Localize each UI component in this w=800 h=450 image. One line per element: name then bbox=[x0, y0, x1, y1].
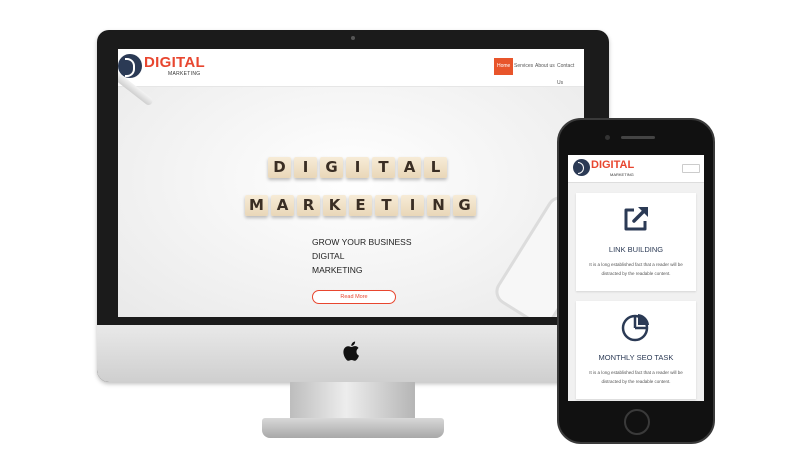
letter-tile: G bbox=[320, 157, 343, 178]
logo-subtitle: MARKETING bbox=[610, 172, 634, 177]
hero-line-1: GROW YOUR BUSINESS bbox=[312, 237, 412, 247]
card-title: MONTHLY SEO TASK bbox=[598, 353, 674, 362]
logo-title[interactable]: DIGITAL bbox=[591, 159, 634, 171]
iphone-device: DIGITAL MARKETING LINK BUILDING It is a … bbox=[557, 118, 715, 444]
camera-dot bbox=[351, 36, 355, 40]
logo-title[interactable]: DIGITAL bbox=[144, 54, 205, 71]
service-card-monthly-seo[interactable]: MONTHLY SEO TASK It is a long establishe… bbox=[576, 301, 696, 399]
imac-stand-base bbox=[262, 418, 444, 438]
letter-tile: K bbox=[323, 195, 346, 216]
front-camera bbox=[605, 135, 610, 140]
read-more-button[interactable]: Read More bbox=[312, 290, 396, 304]
letter-tile: I bbox=[346, 157, 369, 178]
tiles-row-digital: D I G I T A L bbox=[268, 157, 450, 178]
desktop-navbar: DIGITAL MARKETING Home Services About us… bbox=[118, 49, 584, 87]
pie-chart-icon bbox=[621, 314, 649, 342]
external-link-icon bbox=[624, 207, 648, 231]
home-button[interactable] bbox=[624, 409, 650, 435]
letter-tile: I bbox=[294, 157, 317, 178]
letter-tile: T bbox=[372, 157, 395, 178]
imac-stand bbox=[290, 382, 415, 422]
tiles-row-marketing: M A R K E T I N G bbox=[245, 195, 479, 216]
imac-chin bbox=[97, 325, 609, 382]
hero-section: D I G I T A L M A R K E T I N G GROW YOU… bbox=[118, 63, 584, 317]
logo-subtitle: MARKETING bbox=[168, 71, 201, 77]
speaker-grille bbox=[621, 136, 655, 139]
letter-tile: M bbox=[245, 195, 268, 216]
letter-tile: D bbox=[268, 157, 291, 178]
hero-line-3: MARKETING bbox=[312, 265, 363, 275]
imac-device: DIGITAL MARKETING Home Services About us… bbox=[97, 30, 609, 382]
nav-contact-us[interactable]: Contact Us bbox=[554, 58, 584, 86]
apple-logo-icon bbox=[343, 341, 359, 361]
mobile-navbar: DIGITAL MARKETING bbox=[568, 155, 704, 183]
letter-tile: A bbox=[271, 195, 294, 216]
letter-tile: N bbox=[427, 195, 450, 216]
desktop-website: DIGITAL MARKETING Home Services About us… bbox=[118, 49, 584, 317]
service-card-link-building[interactable]: LINK BUILDING It is a long established f… bbox=[576, 193, 696, 291]
logo-icon[interactable] bbox=[573, 159, 590, 176]
card-title: LINK BUILDING bbox=[608, 245, 664, 254]
letter-tile: L bbox=[424, 157, 447, 178]
letter-tile: T bbox=[375, 195, 398, 216]
mobile-website: DIGITAL MARKETING LINK BUILDING It is a … bbox=[568, 155, 704, 401]
letter-tile: A bbox=[398, 157, 421, 178]
letter-tile: G bbox=[453, 195, 476, 216]
letter-tile: E bbox=[349, 195, 372, 216]
card-text: It is a long established fact that a rea… bbox=[589, 262, 683, 276]
letter-tile: I bbox=[401, 195, 424, 216]
letter-tile: R bbox=[297, 195, 320, 216]
menu-toggle-button[interactable] bbox=[682, 164, 700, 173]
hero-line-2: DIGITAL bbox=[312, 251, 345, 261]
card-text: It is a long established fact that a rea… bbox=[589, 370, 683, 384]
